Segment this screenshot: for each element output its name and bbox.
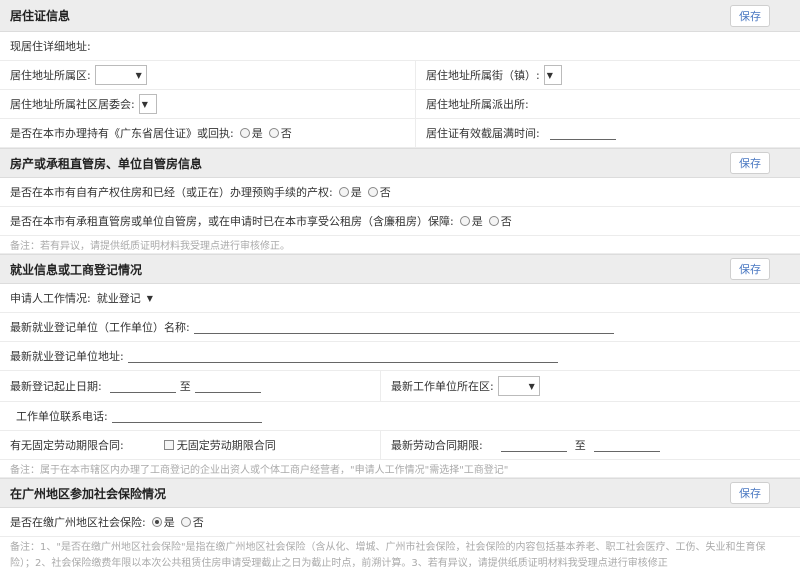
section-header-residence: 居住证信息 保存 (0, 0, 800, 32)
chevron-down-icon: ▼ (528, 381, 535, 391)
district-select[interactable]: ▼ (94, 65, 147, 85)
field-label: 工作单位联系电话: (16, 410, 108, 423)
select-value: 就业登记 (96, 292, 141, 305)
section-header-housing: 房产或承租直管房、单位自管房信息 保存 (0, 148, 800, 178)
to-label: 至 (179, 380, 191, 393)
form-row: 最新登记起止日期: 至 最新工作单位所在区: ▼ (0, 371, 800, 402)
form-row: 是否在缴广州地区社会保险: 是 否 (0, 508, 800, 537)
radio-yes[interactable] (151, 517, 162, 527)
chevron-down-icon: ▼ (146, 293, 153, 303)
chevron-down-icon: ▼ (546, 70, 553, 80)
contract-start-input[interactable] (500, 438, 567, 452)
radio-label: 否 (500, 215, 512, 228)
checkbox-label: 无固定劳动期限合同 (176, 439, 276, 452)
field-label: 是否在本市办理持有《广东省居住证》或回执: (10, 127, 234, 140)
to-label: 至 (574, 439, 586, 452)
note-text: 备注：若有异议，请提供纸质证明材料我受理点进行审核修正。 (0, 236, 800, 254)
chevron-down-icon: ▼ (135, 70, 142, 80)
form-row: 最新就业登记单位（工作单位）名称: (0, 313, 800, 342)
field-label: 是否在缴广州地区社会保险: (10, 516, 146, 529)
radio-label: 是 (350, 186, 362, 199)
field-label: 居住地址所属派出所: (426, 98, 529, 111)
form-row: 是否在本市有承租直管房或单位自管房，或在申请时已在本市享受公租房（含廉租房）保障… (0, 207, 800, 236)
form-row: 申请人工作情况: 就业登记 ▼ (0, 284, 800, 313)
radio-label: 否 (280, 127, 292, 140)
section-header-employment: 就业信息或工商登记情况 保存 (0, 254, 800, 284)
section-title: 就业信息或工商登记情况 (10, 262, 143, 277)
form-row: 现居住详细地址: (0, 32, 800, 61)
no-contract-checkbox[interactable] (163, 440, 174, 450)
field-label: 最新就业登记单位地址: (10, 350, 124, 363)
note-text: 备注：1、"是否在缴广州地区社会保险"是指在缴广州地区社会保险（含从化、增城、广… (0, 537, 800, 575)
end-date-input[interactable] (194, 379, 261, 393)
committee-select[interactable]: ▼ (138, 94, 157, 114)
street-select[interactable]: ▼ (543, 65, 562, 85)
unit-district-select[interactable]: ▼ (497, 376, 540, 396)
field-label: 最新就业登记单位（工作单位）名称: (10, 321, 190, 334)
form-row: 居住地址所属社区居委会: ▼ 居住地址所属派出所: (0, 90, 800, 119)
field-label: 居住证有效截届满时间: (426, 127, 540, 140)
form-row: 是否在本市办理持有《广东省居住证》或回执: 是 否 居住证有效截届满时间: (0, 119, 800, 148)
field-label: 是否在本市有承租直管房或单位自管房，或在申请时已在本市享受公租房（含廉租房）保障… (10, 215, 454, 228)
radio-label: 是 (163, 516, 175, 529)
section-title: 房产或承租直管房、单位自管房信息 (10, 156, 203, 171)
field-label: 居住地址所属街（镇）: (426, 69, 540, 82)
radio-yes[interactable] (239, 128, 250, 138)
radio-no[interactable] (180, 517, 191, 527)
field-label: 现居住详细地址: (10, 40, 91, 53)
radio-no[interactable] (488, 216, 499, 226)
field-label: 最新工作单位所在区: (391, 380, 494, 393)
radio-yes[interactable] (338, 187, 349, 197)
note-line: 备注：1、"是否在缴广州地区社会保险"是指在缴广州地区社会保险（含从化、增城、广… (10, 542, 766, 553)
save-button[interactable]: 保存 (730, 152, 770, 174)
radio-label: 否 (192, 516, 204, 529)
save-button[interactable]: 保存 (730, 482, 770, 504)
work-status-select[interactable]: 就业登记 ▼ (92, 288, 157, 308)
note-line: 险）；2、社会保险缴费年限以本次公共租赁住房申请受理截止之日为截止时点，前溯计算… (10, 558, 668, 569)
save-button[interactable]: 保存 (730, 258, 770, 280)
radio-no[interactable] (367, 187, 378, 197)
expiry-date-input[interactable] (549, 126, 616, 140)
note-text: 备注：属于在本市辖区内办理了工商登记的企业出资人或个体工商户经营者，"申请人工作… (0, 460, 800, 478)
contract-end-input[interactable] (593, 438, 660, 452)
section-title: 居住证信息 (10, 9, 71, 23)
form-row: 居住地址所属区: ▼ 居住地址所属街（镇）: ▼ (0, 61, 800, 90)
unit-phone-input[interactable] (111, 409, 262, 423)
field-label: 最新劳动合同期限: (391, 439, 483, 452)
start-date-input[interactable] (109, 379, 176, 393)
form-row: 工作单位联系电话: (0, 402, 800, 431)
field-label: 是否在本市有自有产权住房和已经（或正在）办理预购手续的产权: (10, 186, 333, 199)
form-row: 是否在本市有自有产权住房和已经（或正在）办理预购手续的产权: 是 否 (0, 178, 800, 207)
field-label: 有无固定劳动期限合同: (10, 439, 124, 452)
form-row: 最新就业登记单位地址: (0, 342, 800, 371)
radio-label: 否 (379, 186, 391, 199)
chevron-down-icon: ▼ (141, 99, 148, 109)
radio-label: 是 (471, 215, 483, 228)
field-label: 最新登记起止日期: (10, 380, 102, 393)
field-label: 居住地址所属区: (10, 69, 91, 82)
radio-label: 是 (251, 127, 263, 140)
unit-name-input[interactable] (193, 320, 614, 334)
radio-yes[interactable] (459, 216, 470, 226)
section-header-insurance: 在广州地区参加社会保险情况 保存 (0, 478, 800, 508)
radio-no[interactable] (268, 128, 279, 138)
section-title: 在广州地区参加社会保险情况 (10, 486, 167, 501)
form-row: 有无固定劳动期限合同: 无固定劳动期限合同 最新劳动合同期限: 至 (0, 431, 800, 460)
unit-address-input[interactable] (127, 349, 558, 363)
save-button[interactable]: 保存 (730, 4, 770, 27)
field-label: 居住地址所属社区居委会: (10, 98, 135, 111)
field-label: 申请人工作情况: (10, 292, 91, 305)
